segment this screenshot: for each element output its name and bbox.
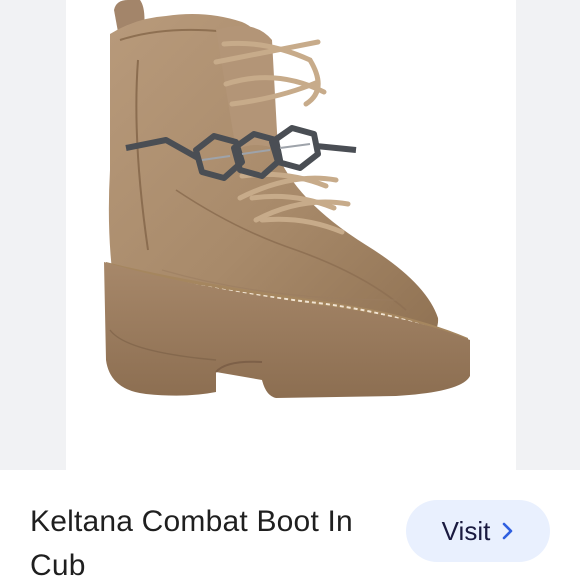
product-title: Keltana Combat Boot In Cub [30, 505, 353, 580]
product-info-bar: Keltana Combat Boot In Cub Visit [0, 470, 580, 580]
visit-label: Visit [441, 515, 491, 546]
product-result-card: Keltana Combat Boot In Cub Visit [0, 0, 580, 580]
product-image-area[interactable] [0, 0, 580, 470]
boot-illustration [104, 0, 470, 398]
product-image[interactable] [66, 0, 516, 470]
visit-button[interactable]: Visit [406, 500, 550, 562]
chevron-right-icon [503, 522, 513, 540]
